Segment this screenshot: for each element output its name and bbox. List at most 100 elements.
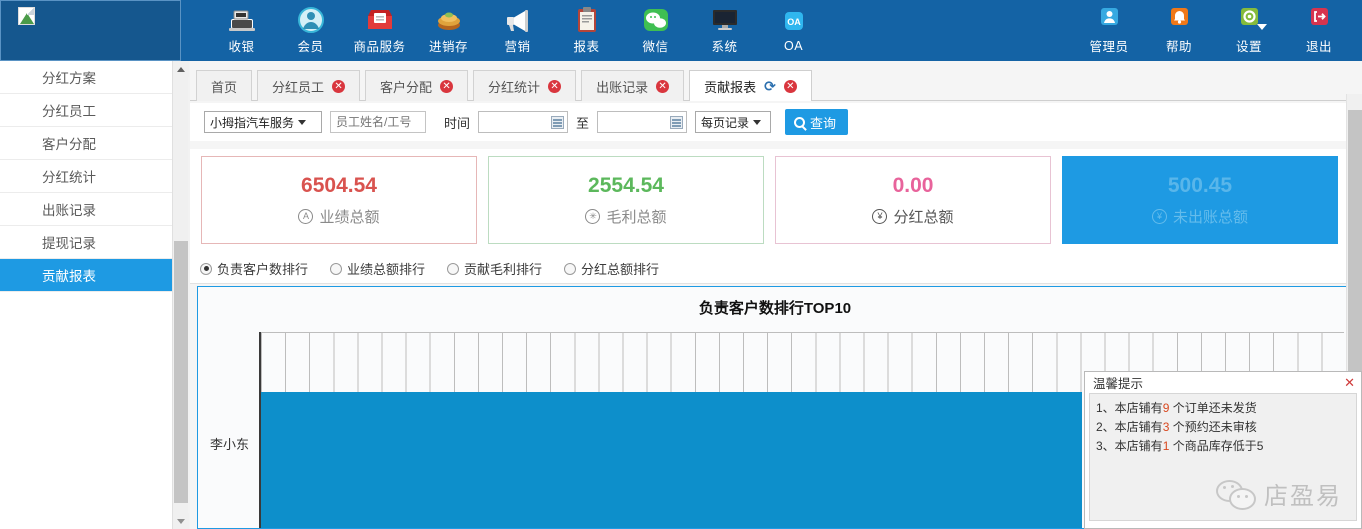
- admin-user-icon: [1094, 6, 1124, 34]
- triangle-up-icon: [177, 67, 185, 72]
- sidebar-subitem-dividend-employee[interactable]: 分红员工: [0, 94, 180, 127]
- tab-dividend-stats[interactable]: 分红统计 ✕: [473, 70, 577, 101]
- nav-label: OA: [783, 38, 804, 53]
- stat-caption-label: 毛利总额: [606, 208, 667, 226]
- scroll-up-arrow[interactable]: [173, 61, 189, 77]
- sidebar-subitem-label: 出账记录: [42, 203, 96, 218]
- radio-gross-profit-ranking[interactable]: 贡献毛利排行: [447, 259, 542, 278]
- chart-bar[interactable]: [261, 392, 1082, 528]
- line-prefix: 3、本店铺有: [1096, 439, 1163, 453]
- scroll-down-arrow[interactable]: [173, 513, 189, 529]
- filter-toolbar: 小拇指汽车服务​ 时间 至 每页记录 查询: [190, 103, 1362, 141]
- line-prefix: 2、本店铺有: [1096, 420, 1163, 434]
- line-suffix: 个预约还未审核: [1169, 420, 1257, 434]
- stat-caption: ✳ 毛利总额: [585, 206, 667, 227]
- tab-dividend-employee[interactable]: 分红员工 ✕: [257, 70, 361, 101]
- stat-caption: ¥ 未出账总额: [1151, 206, 1248, 227]
- refresh-icon[interactable]: ⟳: [764, 78, 776, 95]
- stat-card-dividend-total[interactable]: 0.00 ¥ 分红总额: [775, 156, 1051, 244]
- date-from-input[interactable]: [478, 111, 569, 133]
- tab-contribution-report[interactable]: 贡献报表 ⟳ ✕: [689, 70, 812, 101]
- stat-card-gross-profit-total[interactable]: 2554.54 ✳ 毛利总额: [488, 156, 764, 244]
- nav-label: 设置: [1235, 40, 1262, 54]
- date-between-label: 至: [576, 115, 590, 131]
- logo-area[interactable]: [0, 0, 181, 61]
- close-icon[interactable]: ✕: [440, 79, 454, 93]
- watermark-text: 店盈易: [1264, 482, 1342, 510]
- nav-item-wechat[interactable]: 微信: [621, 0, 690, 61]
- sidebar-subitem-customer-assign[interactable]: 客户分配: [0, 127, 180, 160]
- stat-card-unpaid-total[interactable]: 500.45 ¥ 未出账总额: [1062, 156, 1338, 244]
- nav-item-inventory[interactable]: 进销存: [414, 0, 483, 61]
- stat-caption-label: 分红总额: [893, 208, 954, 226]
- chevron-down-icon: [753, 119, 762, 125]
- stat-card-performance-total[interactable]: 6504.54 A 业绩总额: [201, 156, 477, 244]
- sidebar-scroll-thumb[interactable]: [174, 241, 188, 503]
- calendar-icon[interactable]: [670, 116, 684, 129]
- help-bell-icon: [1164, 6, 1194, 34]
- close-icon[interactable]: ✕: [548, 79, 562, 93]
- circle-yen-icon: ¥: [1151, 208, 1167, 224]
- tab-label: 客户分配: [380, 79, 433, 95]
- radio-performance-ranking[interactable]: 业绩总额排行: [330, 259, 425, 278]
- page-size-select[interactable]: 每页记录: [695, 111, 772, 133]
- line-prefix: 1、本店铺有: [1096, 401, 1163, 415]
- app-root: 收银 会员 商品服务 进销存 营销 报表 微信 系统 OA OA 管理员 帮助 …: [0, 0, 1362, 529]
- popup-body: 1、本店铺有9 个订单还未发货 2、本店铺有3 个预约还未审核 3、本店铺有1 …: [1089, 393, 1357, 521]
- chart-category-label: 李小东: [210, 437, 250, 452]
- popup-header: 温馨提示 ✕: [1085, 372, 1361, 393]
- close-icon[interactable]: ✕: [1344, 376, 1355, 389]
- nav-item-marketing[interactable]: 营销: [483, 0, 552, 61]
- nav-item-help[interactable]: 帮助: [1144, 0, 1214, 61]
- radio-label: 分红总额排行: [581, 262, 660, 277]
- circle-a-icon: A: [298, 208, 314, 224]
- tab-customer-assign[interactable]: 客户分配 ✕: [365, 70, 469, 101]
- store-select[interactable]: 小拇指汽车服务​: [204, 111, 322, 133]
- employee-name-input[interactable]: [330, 111, 426, 133]
- notification-line: 2、本店铺有3 个预约还未审核: [1096, 418, 1350, 437]
- radio-dividend-ranking[interactable]: 分红总额排行: [564, 259, 659, 278]
- sidebar-subitem-dividend-stats[interactable]: 分红统计: [0, 160, 180, 193]
- cash-register-icon: [227, 6, 257, 34]
- radio-customer-count-ranking[interactable]: 负责客户数排行: [200, 259, 308, 278]
- calendar-icon[interactable]: [551, 116, 565, 129]
- nav-item-settings[interactable]: 设置: [1214, 0, 1284, 61]
- chart-top-gridline: [261, 332, 1344, 333]
- line-suffix: 个商品库存低于5: [1169, 439, 1264, 453]
- sidebar-subitem-label: 分红员工: [42, 104, 96, 119]
- gear-icon: [1234, 6, 1267, 34]
- nav-label: 微信: [642, 40, 669, 54]
- nav-label: 会员: [297, 40, 324, 54]
- broken-image-icon: [18, 7, 35, 25]
- sidebar-subitem-contribution-report[interactable]: 贡献报表: [0, 259, 180, 292]
- svg-text:OA: OA: [787, 17, 801, 27]
- chevron-down-icon[interactable]: [1257, 24, 1267, 30]
- nav-item-report[interactable]: 报表: [552, 0, 621, 61]
- nav-item-goods-service[interactable]: 商品服务: [345, 0, 414, 61]
- nav-item-logout[interactable]: 退出: [1284, 0, 1354, 61]
- chevron-down-icon: [298, 119, 307, 125]
- stat-caption-label: 业绩总额: [319, 208, 380, 226]
- tab-bar: 首页 分红员工 ✕ 客户分配 ✕ 分红统计 ✕ 出账记录 ✕ 贡献报表 ⟳ ✕: [190, 70, 1362, 101]
- nav-item-cashier[interactable]: 收银: [207, 0, 276, 61]
- notification-line: 3、本店铺有1 个商品库存低于5: [1096, 437, 1350, 456]
- nav-item-member[interactable]: 会员: [276, 0, 345, 61]
- sidebar-subitem-label: 贡献报表: [42, 269, 96, 284]
- nav-item-admin[interactable]: 管理员: [1074, 0, 1144, 61]
- sidebar-subitem-payout-records[interactable]: 出账记录: [0, 193, 180, 226]
- sidebar-subitem-withdraw-records[interactable]: 提现记录: [0, 226, 180, 259]
- nav-item-system[interactable]: 系统: [690, 0, 759, 61]
- tab-home[interactable]: 首页: [196, 70, 253, 101]
- close-icon[interactable]: ✕: [783, 79, 797, 93]
- date-to-input[interactable]: [597, 111, 688, 133]
- sidebar-subitem-dividend-plan[interactable]: 分红方案: [0, 61, 180, 94]
- search-button[interactable]: 查询: [785, 109, 849, 135]
- close-icon[interactable]: ✕: [332, 79, 346, 93]
- nav-label: 商品服务: [353, 40, 406, 54]
- popup-title: 温馨提示: [1093, 377, 1144, 391]
- sidebar-scrollbar[interactable]: [172, 61, 189, 529]
- close-icon[interactable]: ✕: [656, 79, 670, 93]
- stat-caption: A 业绩总额: [298, 206, 380, 227]
- tab-payout-records[interactable]: 出账记录 ✕: [581, 70, 685, 101]
- nav-item-oa[interactable]: OA OA: [759, 0, 828, 61]
